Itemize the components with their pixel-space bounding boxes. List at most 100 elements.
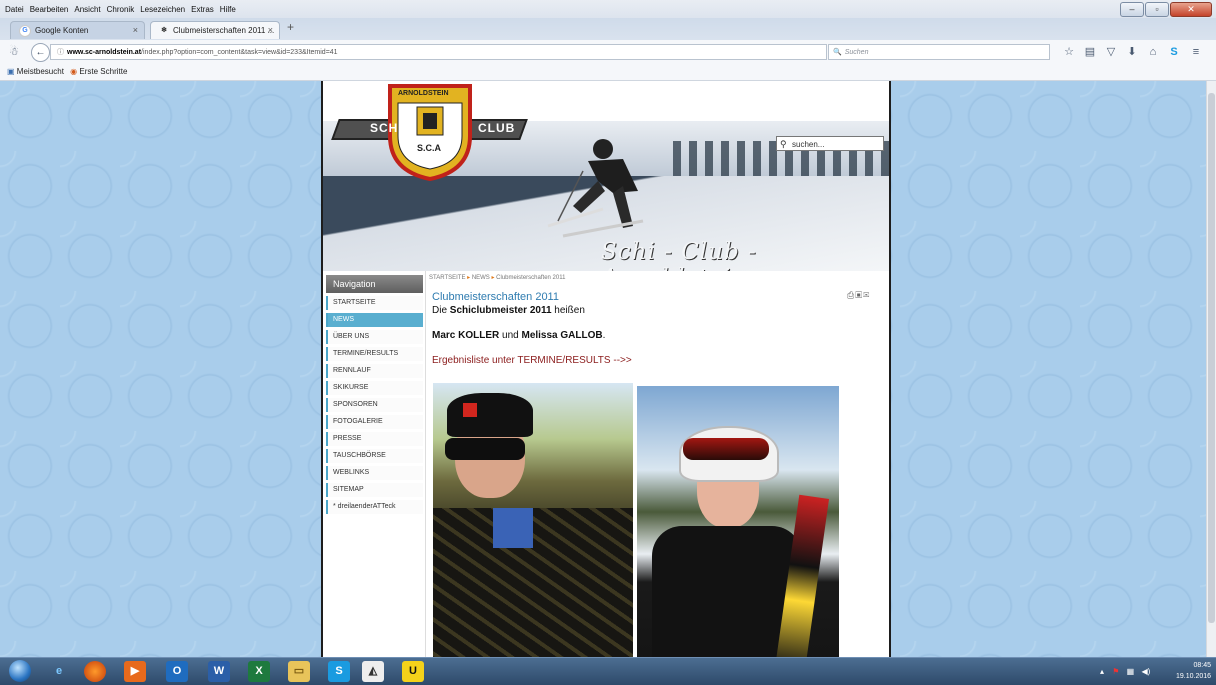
email-icon[interactable]: ✉: [863, 290, 870, 300]
intro-text: Die: [432, 305, 450, 316]
nav-weblinks[interactable]: WEBLINKS: [326, 466, 423, 480]
app-u-icon[interactable]: U: [402, 661, 424, 682]
minimize-icon[interactable]: –: [1120, 2, 1144, 17]
folder-icon: ▣: [7, 67, 15, 76]
intro-bold: Schiclubmeister 2011: [449, 305, 552, 316]
tab-label: Clubmeisterschaften 2011 ...: [173, 26, 275, 35]
jacket-shape: [433, 508, 633, 657]
internet-explorer-icon[interactable]: e: [48, 661, 70, 682]
search-input[interactable]: 🔍 Suchen: [828, 44, 1050, 60]
nav-fotogalerie[interactable]: FOTOGALERIE: [326, 415, 423, 429]
clock-time: 08:45: [1193, 662, 1212, 669]
word-icon[interactable]: W: [208, 661, 230, 682]
tab-label: Google Konten: [35, 26, 89, 35]
volume-icon[interactable]: ◀): [1141, 667, 1150, 676]
outlook-icon[interactable]: O: [166, 661, 188, 682]
site-search-input[interactable]: ⚲ suchen...: [776, 136, 884, 151]
explorer-folder-icon[interactable]: ▭: [288, 661, 310, 682]
media-player-icon[interactable]: ▶: [124, 661, 146, 682]
nav-dreilaenderatteck[interactable]: * dreilaenderATTeck: [326, 500, 423, 514]
download-icon[interactable]: ⬇: [1123, 40, 1141, 64]
site-title: Schi - Club - Arnoldstein: [601, 239, 757, 271]
home-icon[interactable]: ⌂: [1144, 40, 1162, 64]
window-controls: – ▫ ✕: [1119, 2, 1212, 17]
nav-rennlauf[interactable]: RENNLAUF: [326, 364, 423, 378]
menu-bearbeiten[interactable]: Bearbeiten: [27, 0, 72, 14]
close-tab-icon[interactable]: ×: [268, 22, 273, 39]
site-container: ARNOLDSTEIN SCHI CLUB S.C.A ⚲ suchen... S…: [321, 81, 891, 657]
menu-extras[interactable]: Extras: [188, 0, 217, 14]
results-link[interactable]: Ergebnisliste unter TERMINE/RESULTS -->>: [432, 355, 887, 366]
skype-icon[interactable]: S: [1165, 40, 1183, 64]
start-button[interactable]: [9, 660, 31, 682]
nav-presse[interactable]: PRESSE: [326, 432, 423, 446]
paint-icon[interactable]: ◭: [362, 661, 384, 682]
nav-sponsoren[interactable]: SPONSOREN: [326, 398, 423, 412]
bookmark-star-icon[interactable]: ☆: [1060, 40, 1078, 64]
nav-sitemap[interactable]: SITEMAP: [326, 483, 423, 497]
sunglasses-shape: [445, 438, 525, 460]
maximize-icon[interactable]: ▫: [1145, 2, 1169, 17]
new-tab-icon[interactable]: +: [287, 20, 294, 34]
bookmarks-toolbar: ▣ Meistbesucht ◉ Erste Schritte: [0, 64, 1216, 81]
breadcrumb-startseite[interactable]: STARTSEITE: [429, 275, 465, 281]
snowflake-icon: ❄: [161, 26, 167, 34]
menu-datei[interactable]: Datei: [0, 0, 27, 14]
search-icon: ⚲: [780, 139, 787, 149]
winners-and: und: [499, 330, 522, 341]
nav-ueber-uns[interactable]: ÜBER UNS: [326, 330, 423, 344]
menu-lesezeichen[interactable]: Lesezeichen: [137, 0, 188, 14]
bookmark-meistbesucht[interactable]: Meistbesucht: [17, 67, 64, 76]
excel-icon[interactable]: X: [248, 661, 270, 682]
nav-termine-results[interactable]: TERMINE/RESULTS: [326, 347, 423, 361]
nav-startseite[interactable]: STARTSEITE: [326, 296, 423, 310]
hamburger-menu-icon[interactable]: ≡: [1186, 40, 1206, 64]
info-icon[interactable]: ⓘ: [57, 45, 64, 61]
bookmark-erste-schritte[interactable]: Erste Schritte: [79, 67, 127, 76]
tab-bar: G Google Konten × ❄ Clubmeisterschaften 20…: [0, 18, 1216, 40]
photo-melissa-gallob: [637, 386, 839, 657]
page-scrollbar[interactable]: [1206, 81, 1216, 657]
article-intro: Die Schiclubmeister 2011 heißen: [432, 305, 887, 316]
site-header: ARNOLDSTEIN SCHI CLUB S.C.A ⚲ suchen... S…: [323, 81, 889, 271]
article-title: Clubmeisterschaften 2011: [432, 291, 559, 303]
google-icon: G: [19, 24, 31, 37]
url-domain: www.sc-arnoldstein.at: [67, 49, 142, 56]
reading-list-icon[interactable]: ▤: [1081, 40, 1099, 64]
photo-marc-koller: [433, 383, 633, 657]
print-icon[interactable]: ▣: [855, 290, 863, 300]
pdf-icon[interactable]: ⎙: [847, 290, 855, 300]
article-tools: ⎙▣✉: [847, 290, 870, 301]
breadcrumb-current: Clubmeisterschaften 2011: [496, 275, 566, 281]
menu-chronik[interactable]: Chronik: [104, 0, 138, 14]
menu-hilfe[interactable]: Hilfe: [217, 0, 239, 14]
nav-tauschboerse[interactable]: TAUSCHBÖRSE: [326, 449, 423, 463]
pocket-icon[interactable]: ▽: [1102, 40, 1120, 64]
article: Clubmeisterschaften 2011 ⎙▣✉ Die Schiclu…: [429, 290, 887, 657]
firefox-icon[interactable]: [84, 661, 106, 682]
tab-google-konten[interactable]: G Google Konten ×: [10, 21, 145, 39]
menu-ansicht[interactable]: Ansicht: [71, 0, 103, 14]
skype-icon[interactable]: S: [328, 661, 350, 682]
close-icon[interactable]: ✕: [1170, 2, 1212, 17]
back-button[interactable]: ←: [31, 43, 50, 62]
url-bar[interactable]: ⓘ www.sc-arnoldstein.at/index.php?option=…: [50, 44, 870, 61]
skier-image: [547, 139, 644, 238]
menu-bar: Datei Bearbeiten Ansicht Chronik Lesezeichen…: [0, 0, 1216, 18]
show-hidden-icon[interactable]: ▴: [1100, 667, 1104, 676]
winners-period: .: [602, 330, 606, 341]
taskbar-clock[interactable]: 08:45 19.10.2016: [1176, 660, 1211, 682]
breadcrumb-news[interactable]: NEWS: [472, 275, 490, 281]
firefox-icon: ◉: [70, 67, 78, 76]
tab-clubmeisterschaften[interactable]: ❄ Clubmeisterschaften 2011 ... ×: [150, 21, 280, 39]
scrollbar-thumb[interactable]: [1208, 93, 1215, 623]
network-icon[interactable]: ▦: [1127, 667, 1135, 676]
logo-right-text: CLUB: [478, 121, 516, 135]
close-tab-icon[interactable]: ×: [133, 22, 138, 39]
nav-skikurse[interactable]: SKIKURSE: [326, 381, 423, 395]
extension-icon[interactable]: ☃: [4, 40, 24, 64]
logo-top-text: ARNOLDSTEIN: [398, 90, 449, 97]
flag-icon[interactable]: ⚑: [1112, 667, 1119, 676]
shirt-shape: [493, 508, 533, 548]
nav-news[interactable]: NEWS: [326, 313, 423, 327]
